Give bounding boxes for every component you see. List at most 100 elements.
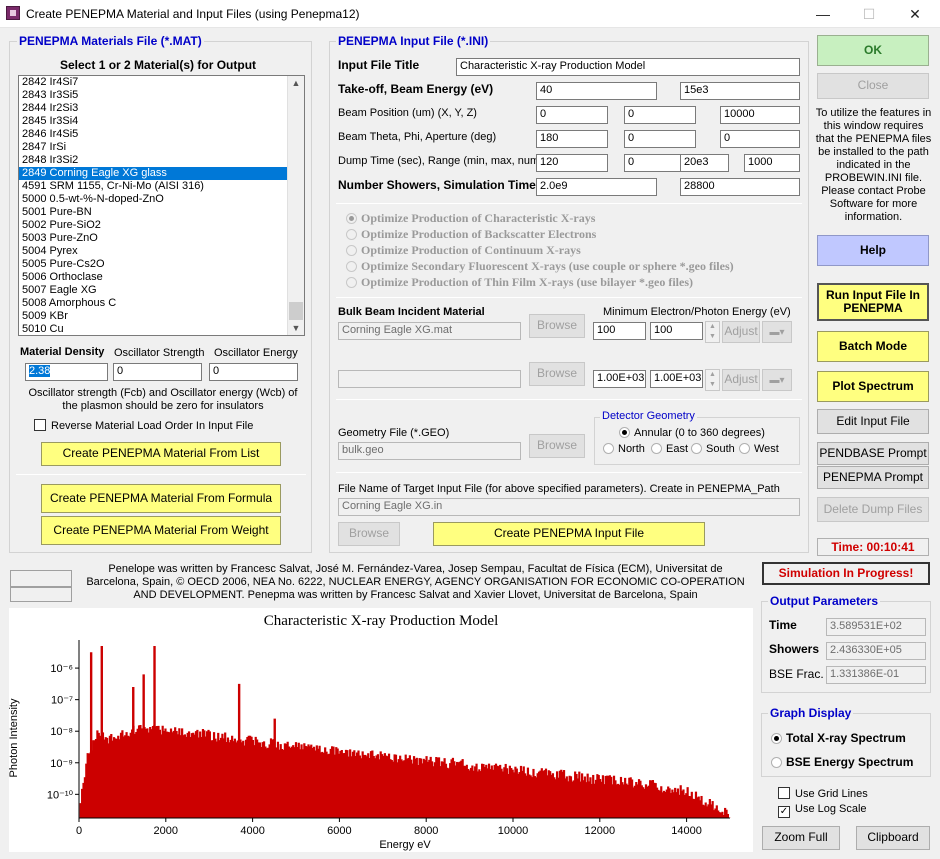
browse-bulk-button[interactable]: Browse: [529, 314, 585, 338]
material-list-item[interactable]: 2847 IrSi: [19, 141, 304, 154]
density-field[interactable]: 2.38: [25, 363, 108, 381]
materials-list-scrollbar[interactable]: ▲ ▼: [287, 76, 304, 335]
second-photon-energy-field[interactable]: 1.00E+03: [650, 370, 703, 388]
material-list-item[interactable]: 5009 KBr: [19, 310, 304, 323]
aperture-field[interactable]: 0: [720, 130, 800, 148]
material-list-item[interactable]: 2846 Ir4Si5: [19, 128, 304, 141]
grid-lines-checkbox[interactable]: Use Grid Lines: [778, 787, 868, 800]
showers-field[interactable]: 2.0e9: [536, 178, 657, 196]
material-list-item[interactable]: 2849 Corning Eagle XG glass: [19, 167, 304, 180]
create-input-file-button[interactable]: Create PENEPMA Input File: [433, 522, 705, 546]
bulk-material-label: Bulk Beam Incident Material: [338, 306, 485, 318]
close-window-button[interactable]: ✕: [892, 0, 938, 28]
create-from-list-button[interactable]: Create PENEPMA Material From List: [41, 442, 281, 466]
close-button[interactable]: Close: [817, 73, 929, 99]
edit-input-file-button[interactable]: Edit Input File: [817, 409, 929, 434]
pendbase-prompt-button[interactable]: PENDBASE Prompt: [817, 442, 929, 465]
phi-field[interactable]: 0: [624, 130, 696, 148]
dump-time-field[interactable]: 120: [536, 154, 608, 172]
theta-field[interactable]: 180: [536, 130, 608, 148]
min-photon-energy-field[interactable]: 100: [650, 322, 703, 340]
south-radio[interactable]: South: [691, 443, 735, 455]
material-list-item[interactable]: 5000 0.5-wt-%-N-doped-ZnO: [19, 193, 304, 206]
scroll-thumb[interactable]: [289, 302, 303, 320]
plot-spectrum-button[interactable]: Plot Spectrum: [817, 371, 929, 402]
material-list-item[interactable]: 5002 Pure-SiO2: [19, 219, 304, 232]
help-button[interactable]: Help: [817, 235, 929, 266]
material-list-item[interactable]: 5008 Amorphous C: [19, 297, 304, 310]
target-file-field[interactable]: Corning Eagle XG.in: [338, 498, 800, 516]
adjust-button-2[interactable]: Adjust: [722, 369, 760, 391]
browse-target-button[interactable]: Browse: [338, 522, 400, 546]
material-list-item[interactable]: 5001 Pure-BN: [19, 206, 304, 219]
second-electron-energy-field[interactable]: 1.00E+03: [593, 370, 646, 388]
opt-thin-film[interactable]: Optimize Production of Thin Film X-rays …: [346, 275, 693, 290]
north-radio[interactable]: North: [603, 443, 645, 455]
opt-secondary-fluorescence[interactable]: Optimize Secondary Fluorescent X-rays (u…: [346, 259, 734, 274]
total-spectrum-radio[interactable]: Total X-ray Spectrum: [771, 731, 906, 745]
material-list-item[interactable]: 5003 Pure-ZnO: [19, 232, 304, 245]
opt-backscatter[interactable]: Optimize Production of Backscatter Elect…: [346, 227, 596, 242]
maximize-button[interactable]: ☐: [846, 0, 892, 28]
reverse-order-checkbox[interactable]: Reverse Material Load Order In Input Fil…: [34, 419, 253, 432]
annular-radio[interactable]: Annular (0 to 360 degrees): [619, 427, 765, 439]
range-num-field[interactable]: 1000: [744, 154, 800, 172]
material-list-item[interactable]: 2842 Ir4Si7: [19, 76, 304, 89]
beam-z-field[interactable]: 10000: [720, 106, 800, 124]
table-icon-button-2[interactable]: ▬▾: [762, 369, 792, 391]
material-list-item[interactable]: 2845 Ir3Si4: [19, 115, 304, 128]
osc-strength-field[interactable]: 0: [113, 363, 202, 381]
clipboard-button[interactable]: Clipboard: [856, 826, 930, 850]
material-list-item[interactable]: 5010 Cu: [19, 323, 304, 335]
ok-button[interactable]: OK: [817, 35, 929, 66]
osc-energy-field[interactable]: 0: [209, 363, 298, 381]
beam-energy-field[interactable]: 15e3: [680, 82, 800, 100]
spin-icon[interactable]: ▲ ▼: [705, 321, 720, 343]
create-from-formula-button[interactable]: Create PENEPMA Material From Formula: [41, 484, 281, 513]
dump-time-label: Dump Time (sec), Range (min, max, num): [338, 155, 543, 167]
batch-mode-button[interactable]: Batch Mode: [817, 331, 929, 362]
east-radio[interactable]: East: [651, 443, 688, 455]
input-title-field[interactable]: Characteristic X-ray Production Model: [456, 58, 800, 76]
scroll-up-icon[interactable]: ▲: [288, 78, 304, 88]
grid-lines-label: Use Grid Lines: [795, 788, 868, 800]
second-material-field[interactable]: [338, 370, 521, 388]
zoom-full-button[interactable]: Zoom Full: [762, 826, 840, 850]
beam-x-field[interactable]: 0: [536, 106, 608, 124]
browse-geometry-button[interactable]: Browse: [529, 434, 585, 458]
bse-spectrum-radio[interactable]: BSE Energy Spectrum: [771, 755, 913, 769]
log-scale-checkbox[interactable]: ✓ Use Log Scale: [778, 803, 867, 818]
divider: [336, 203, 802, 204]
spin-icon[interactable]: ▲ ▼: [705, 369, 720, 391]
material-list-item[interactable]: 5006 Orthoclase: [19, 271, 304, 284]
table-icon-button[interactable]: ▬▾: [762, 321, 792, 343]
takeoff-field[interactable]: 40: [536, 82, 657, 100]
delete-dump-files-button[interactable]: Delete Dump Files: [817, 497, 929, 522]
material-list-item[interactable]: 5004 Pyrex: [19, 245, 304, 258]
range-max-field[interactable]: 20e3: [680, 154, 729, 172]
beam-y-field[interactable]: 0: [624, 106, 696, 124]
material-list-item[interactable]: 5005 Pure-Cs2O: [19, 258, 304, 271]
opt-characteristic[interactable]: Optimize Production of Characteristic X-…: [346, 211, 595, 226]
min-electron-energy-field[interactable]: 100: [593, 322, 646, 340]
bulk-material-field[interactable]: Corning Eagle XG.mat: [338, 322, 521, 340]
run-penepma-button[interactable]: Run Input File In PENEPMA: [817, 283, 929, 321]
adjust-button[interactable]: Adjust: [722, 321, 760, 343]
material-list-item[interactable]: 5007 Eagle XG: [19, 284, 304, 297]
minimize-button[interactable]: —: [800, 0, 846, 28]
material-list-item[interactable]: 4591 SRM 1155, Cr-Ni-Mo (AISI 316): [19, 180, 304, 193]
material-list-item[interactable]: 2844 Ir2Si3: [19, 102, 304, 115]
west-radio[interactable]: West: [739, 443, 779, 455]
opt-continuum[interactable]: Optimize Production of Continuum X-rays: [346, 243, 581, 258]
progress-box-2: [10, 586, 72, 602]
detector-geometry-label: Detector Geometry: [600, 410, 697, 422]
penepma-prompt-button[interactable]: PENEPMA Prompt: [817, 466, 929, 489]
material-list-item[interactable]: 2848 Ir3Si2: [19, 154, 304, 167]
materials-list[interactable]: 2842 Ir4Si7 2843 Ir3Si5 2844 Ir2Si3 2845 Ir…: [18, 75, 305, 336]
geometry-field[interactable]: bulk.geo: [338, 442, 521, 460]
scroll-down-icon[interactable]: ▼: [288, 323, 304, 333]
create-from-weight-button[interactable]: Create PENEPMA Material From Weight: [41, 516, 281, 545]
simulation-time-field[interactable]: 28800: [680, 178, 800, 196]
browse-second-button[interactable]: Browse: [529, 362, 585, 386]
material-list-item[interactable]: 2843 Ir3Si5: [19, 89, 304, 102]
